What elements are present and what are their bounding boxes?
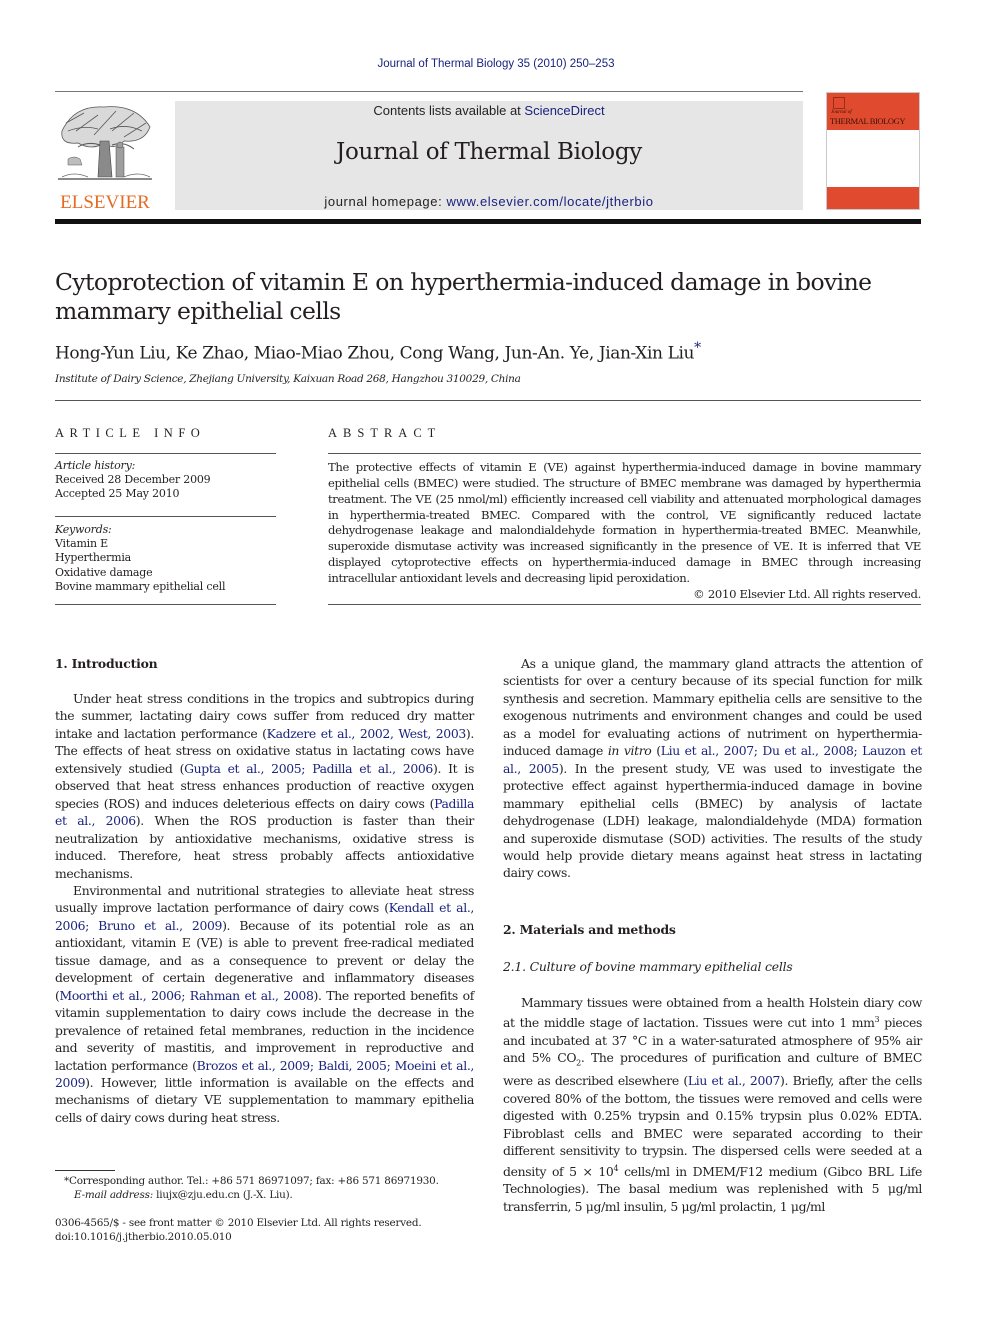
superscript: 3 (874, 1015, 880, 1025)
article-info-rule-1 (55, 453, 276, 454)
section-heading-materials-methods: 2. Materials and methods (503, 922, 676, 937)
corresponding-author-mark[interactable]: * (694, 340, 701, 356)
paragraph: Mammary tissues were obtained from a hea… (503, 995, 922, 1214)
accepted-date: Accepted 25 May 2010 (55, 487, 180, 501)
journal-masthead: Contents lists available at ScienceDirec… (175, 101, 803, 210)
contents-prefix: Contents lists available at (373, 103, 525, 118)
citation-link[interactable]: Padilla et al., 2006 (55, 796, 474, 828)
journal-cover-thumbnail[interactable]: Journal of THERMAL BIOLOGY (826, 92, 920, 210)
affiliation-rule (55, 400, 921, 401)
paragraph: As a unique gland, the mammary gland att… (503, 656, 922, 881)
author-list: Hong-Yun Liu, Ke Zhao, Miao-Miao Zhou, C… (55, 340, 701, 364)
title-line-1: Cytoprotection of vitamin E on hyperther… (55, 268, 872, 296)
cover-white-band (827, 130, 919, 187)
elsevier-wordmark: ELSEVIER (60, 192, 150, 213)
issn-line: 0306-4565/$ - see front matter © 2010 El… (55, 1217, 422, 1229)
paragraph: Environmental and nutritional strategies… (55, 882, 475, 1125)
citation-link[interactable]: Brozos et al., 2009; Baldi, 2005; Moeini… (55, 1058, 474, 1090)
abstract-text: The protective effects of vitamin E (VE)… (328, 460, 921, 585)
citation-link[interactable]: Moorthi et al., 2006; Rahman et al., 200… (59, 988, 313, 1003)
elsevier-tree-icon (58, 106, 152, 180)
superscript: 4 (613, 1163, 619, 1173)
keywords-block: Keywords: Vitamin E Hyperthermia Oxidati… (55, 523, 226, 594)
journal-citation-link[interactable]: Journal of Thermal Biology 35 (2010) 250… (0, 58, 992, 70)
cover-small-text: Journal of (831, 110, 852, 115)
keyword: Oxidative damage (55, 565, 153, 579)
left-column-body: Under heat stress conditions in the trop… (55, 690, 474, 1126)
subsection-heading-culture: 2.1. Culture of bovine mammary epithelia… (503, 959, 793, 974)
abstract-copyright: © 2010 Elsevier Ltd. All rights reserved… (693, 587, 921, 601)
corresponding-contact: *Corresponding author. Tel.: +86 571 869… (64, 1175, 439, 1187)
right-column-body-2: Mammary tissues were obtained from a hea… (503, 994, 922, 1215)
journal-homepage-link[interactable]: www.elsevier.com/locate/jtherbio (447, 194, 654, 209)
title-line-2: mammary epithelial cells (55, 297, 341, 325)
email-address-link[interactable]: liujx@zju.edu.cn (J.-X. Liu). (153, 1189, 293, 1201)
abstract-rule-bottom (328, 604, 921, 605)
received-date: Received 28 December 2009 (55, 473, 211, 487)
homepage-prefix: journal homepage: (324, 194, 447, 209)
masthead-bottom-rule (55, 219, 921, 224)
paragraph: Under heat stress conditions in the trop… (55, 691, 475, 881)
front-matter-info: 0306-4565/$ - see front matter © 2010 El… (55, 1216, 422, 1244)
subscript: 2 (576, 1058, 581, 1068)
homepage-line: journal homepage: www.elsevier.com/locat… (175, 194, 803, 209)
citation-link[interactable]: Kadzere et al., 2002, West, 2003 (267, 726, 467, 741)
citation-link[interactable]: Liu et al., 2007; Du et al., 2008; Lauzo… (503, 743, 922, 775)
keyword: Bovine mammary epithelial cell (55, 579, 226, 593)
affiliation: Institute of Dairy Science, Zhejiang Uni… (55, 373, 521, 385)
article-info-rule-3 (55, 604, 276, 605)
authors-text: Hong-Yun Liu, Ke Zhao, Miao-Miao Zhou, C… (55, 343, 695, 364)
contents-line: Contents lists available at ScienceDirec… (175, 103, 803, 118)
abstract-rule-top (328, 453, 921, 454)
corresponding-author-footnote: *Corresponding author. Tel.: +86 571 869… (64, 1174, 439, 1202)
sciencedirect-link[interactable]: ScienceDirect (524, 103, 604, 118)
article-title: Cytoprotection of vitamin E on hyperther… (55, 268, 925, 326)
elsevier-logo[interactable]: ELSEVIER (54, 101, 156, 213)
email-label: E-mail address: (74, 1189, 154, 1201)
header-rule (55, 91, 803, 92)
section-heading-introduction: 1. Introduction (55, 656, 158, 671)
keyword: Vitamin E (55, 537, 109, 551)
citation-link[interactable]: Liu et al., 2007 (688, 1073, 781, 1088)
history-label: Article history: (55, 459, 136, 472)
footnote-rule (55, 1170, 115, 1171)
cover-emblem-icon (833, 97, 845, 109)
cover-title: THERMAL BIOLOGY (830, 116, 906, 126)
abstract-heading: ABSTRACT (328, 426, 442, 440)
doi-link[interactable]: doi:10.1016/j.jtherbio.2010.05.010 (55, 1230, 421, 1244)
keywords-label: Keywords: (55, 523, 112, 536)
article-info-heading: ARTICLE INFO (55, 426, 206, 440)
citation-link[interactable]: Gupta et al., 2005; Padilla et al., 2006 (184, 761, 433, 776)
italic-text: in vitro (607, 743, 652, 759)
article-info-rule-2 (55, 516, 276, 517)
keyword: Hyperthermia (55, 551, 131, 565)
article-history: Article history: Received 28 December 20… (55, 459, 211, 502)
journal-title: Journal of Thermal Biology (336, 139, 642, 165)
citation-link[interactable]: Kendall et al., 2006; Bruno et al., 2009 (55, 900, 474, 932)
right-column-body: As a unique gland, the mammary gland att… (503, 655, 922, 882)
